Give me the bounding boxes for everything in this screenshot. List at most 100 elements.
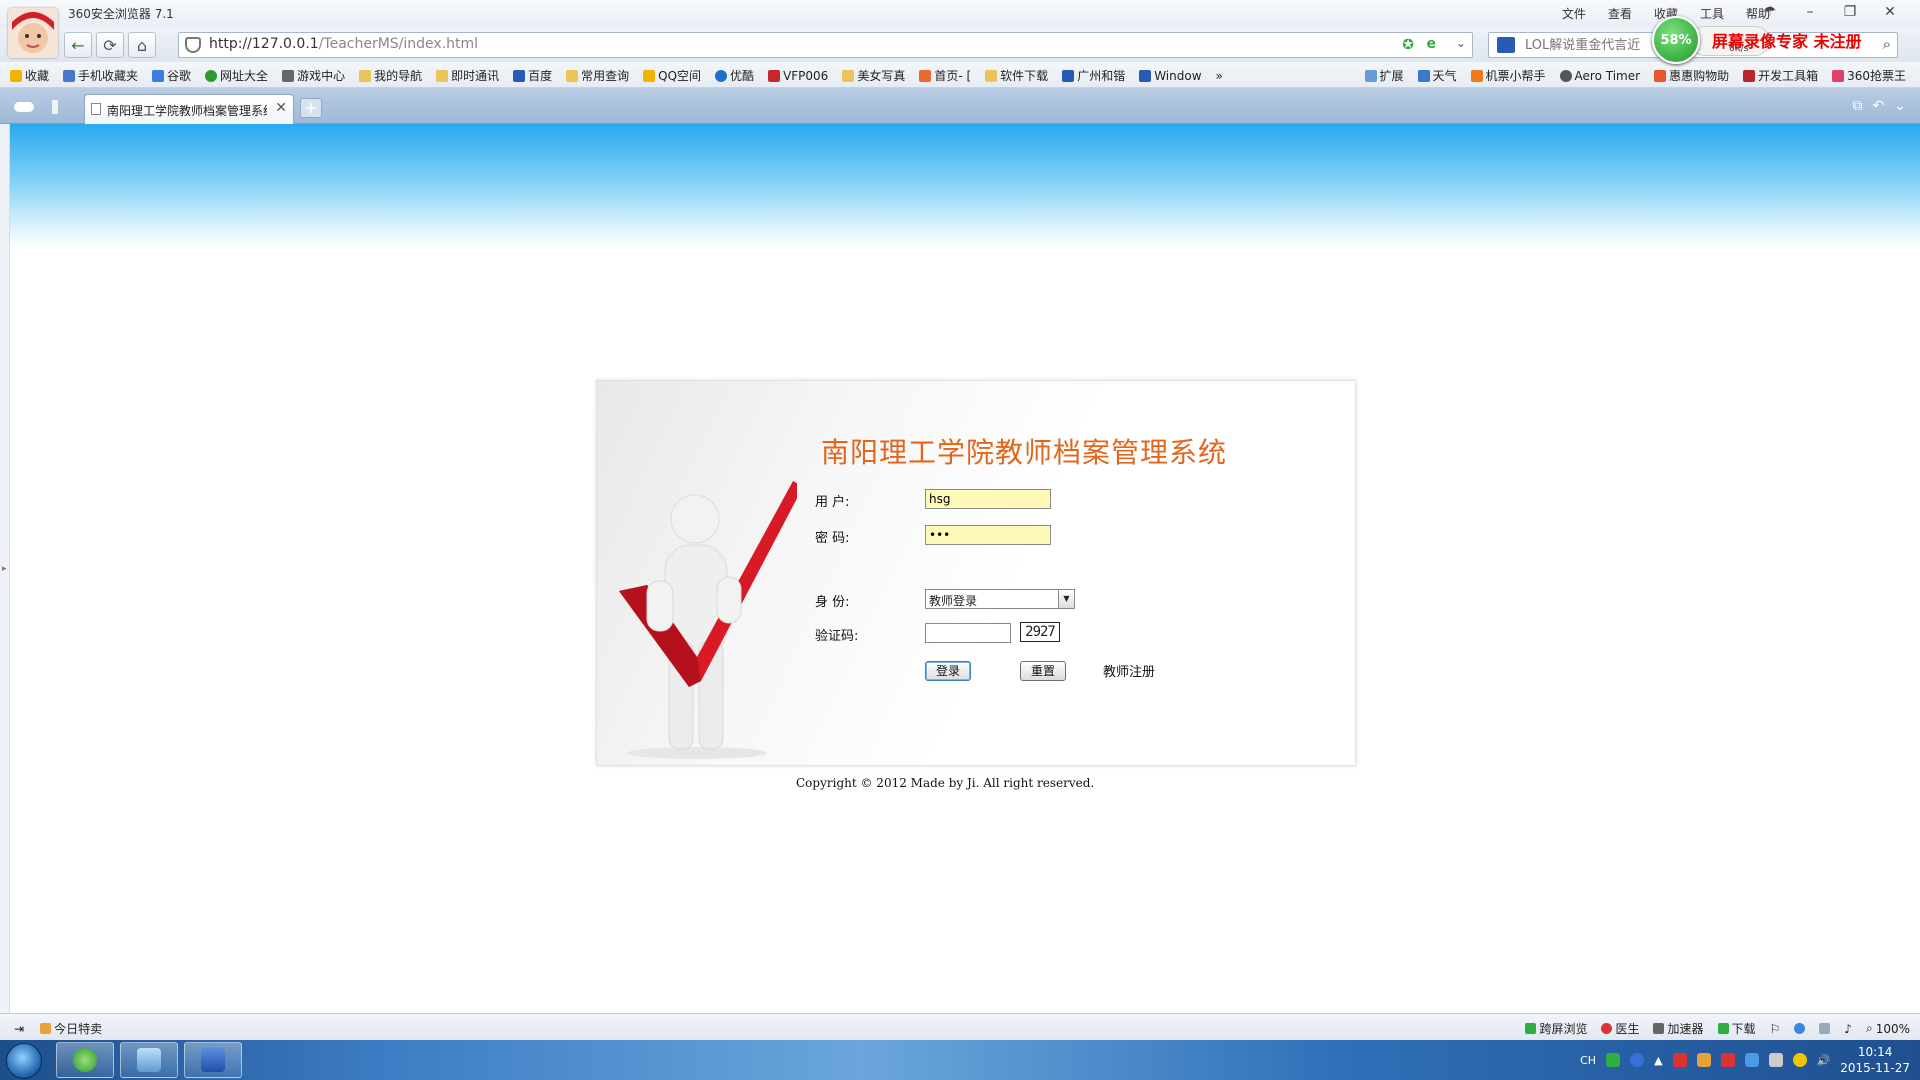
speaker-icon[interactable]: 🔊: [1817, 1054, 1831, 1067]
fav-item[interactable]: 收藏: [10, 67, 49, 84]
new-tab-button[interactable]: +: [300, 98, 322, 118]
shopping-icon: [1654, 69, 1667, 82]
ext-item[interactable]: Aero Timer: [1559, 67, 1640, 84]
word-icon: [201, 1048, 225, 1072]
chevron-down-icon[interactable]: ⌄: [1894, 98, 1906, 114]
fav-item[interactable]: 即时通讯: [436, 67, 499, 84]
accelerator-button[interactable]: 加速器: [1653, 1020, 1704, 1037]
undo-close-icon[interactable]: ↶: [1873, 98, 1885, 114]
ext-item[interactable]: 扩展: [1364, 67, 1404, 84]
menu-view[interactable]: 查看: [1608, 5, 1632, 22]
login-button[interactable]: 登录: [925, 661, 971, 681]
fav-item[interactable]: 广州和锴: [1062, 67, 1125, 84]
dropdown-arrow-icon[interactable]: ▼: [1058, 590, 1074, 608]
skin-icon[interactable]: ☂: [1752, 2, 1788, 22]
sidebar-collapse-strip[interactable]: ▸: [0, 124, 10, 1013]
url-field[interactable]: http://127.0.0.1/TeacherMS/index.html: [209, 36, 1389, 54]
fav-item[interactable]: 软件下载: [985, 67, 1048, 84]
back-button[interactable]: ←: [64, 32, 92, 58]
screen-icon[interactable]: [1819, 1020, 1831, 1037]
fav-item[interactable]: 谷歌: [152, 67, 191, 84]
security-check-icon[interactable]: ✪: [1402, 37, 1414, 53]
fav-item[interactable]: 美女写真: [842, 67, 905, 84]
ext-item[interactable]: 360抢票王: [1832, 67, 1906, 84]
fav-item[interactable]: 手机收藏夹: [63, 67, 138, 84]
tray-app-icon[interactable]: [1720, 1053, 1735, 1067]
fav-item[interactable]: 游戏中心: [282, 67, 345, 84]
clock[interactable]: 10:14 2015-11-27: [1840, 1044, 1910, 1076]
fav-item[interactable]: Window: [1139, 67, 1202, 84]
taskbar-app-explorer[interactable]: [120, 1042, 178, 1078]
window-list-icon[interactable]: ⧉: [1853, 98, 1863, 114]
fav-item[interactable]: VFP006: [768, 67, 828, 84]
fav-item[interactable]: 首页- [: [919, 67, 971, 84]
ie-icon[interactable]: [1794, 1020, 1806, 1037]
folder-icon: [436, 69, 449, 82]
username-input[interactable]: [925, 489, 1051, 509]
search-engine-icon[interactable]: [1497, 37, 1515, 53]
show-hidden-icons[interactable]: ▲: [1654, 1054, 1662, 1067]
ie-mode-icon[interactable]: e: [1427, 36, 1437, 52]
captcha-image[interactable]: 2927: [1020, 622, 1060, 642]
home-icon: ⌂: [136, 35, 148, 55]
language-indicator[interactable]: CH: [1580, 1054, 1596, 1067]
download-button[interactable]: 下载: [1717, 1020, 1756, 1037]
doctor-button[interactable]: 医生: [1601, 1020, 1639, 1037]
refresh-button[interactable]: ⟳: [96, 32, 124, 58]
sidebar-expand-button[interactable]: ⇥: [14, 1020, 24, 1037]
security-icon[interactable]: [1792, 1053, 1807, 1067]
taskbar: CH ▲ 🔊 10:14 2015-11-27: [0, 1040, 1920, 1080]
search-icon[interactable]: ⌕: [1883, 35, 1891, 53]
fav-item[interactable]: 百度: [513, 67, 552, 84]
fav-item[interactable]: 常用查询: [566, 67, 629, 84]
chevron-right-icon[interactable]: ▸: [2, 564, 7, 574]
teacher-register-link[interactable]: 教师注册: [1103, 661, 1155, 680]
ext-item[interactable]: 惠惠购物助: [1654, 67, 1729, 84]
volume-icon[interactable]: ♪: [1844, 1020, 1852, 1037]
daily-deals-button[interactable]: 今日特卖: [40, 1020, 102, 1037]
rocket-icon: [1653, 1023, 1665, 1034]
ext-item[interactable]: 天气: [1417, 67, 1457, 84]
tray-app-icon[interactable]: [1672, 1053, 1687, 1067]
minimize-button[interactable]: –: [1792, 2, 1828, 22]
tray-app-icon[interactable]: [1696, 1053, 1711, 1067]
help-icon[interactable]: [1630, 1053, 1645, 1067]
ext-item[interactable]: 开发工具箱: [1743, 67, 1818, 84]
home-button[interactable]: ⌂: [128, 32, 156, 58]
zoom-control[interactable]: ⌕ 100%: [1866, 1020, 1910, 1037]
browser-icon: [73, 1048, 97, 1072]
fav-item[interactable]: 优酷: [715, 67, 754, 84]
display-icon[interactable]: [1768, 1053, 1783, 1067]
fav-item[interactable]: QQ空间: [643, 67, 701, 84]
network-icon[interactable]: [1744, 1053, 1759, 1067]
taskbar-app-360browser[interactable]: [56, 1042, 114, 1078]
sidebar-toggle-icon[interactable]: [52, 100, 58, 114]
cross-screen-button[interactable]: 跨屏浏览: [1525, 1020, 1587, 1037]
cloud-icon[interactable]: [14, 102, 34, 112]
baidu-icon: [513, 69, 526, 82]
input-method-icon[interactable]: [1606, 1053, 1621, 1067]
avatar[interactable]: [8, 8, 58, 58]
gamepad-icon: [282, 69, 295, 82]
role-select[interactable]: 教师登录 ▼: [925, 589, 1075, 609]
tab-close-icon[interactable]: ✕: [275, 100, 287, 116]
close-button[interactable]: ✕: [1872, 2, 1908, 22]
fav-item[interactable]: 网址大全: [205, 67, 268, 84]
start-button[interactable]: [6, 1043, 42, 1079]
ext-item[interactable]: 机票小帮手: [1470, 67, 1546, 84]
more-favorites-button[interactable]: »: [1216, 67, 1223, 84]
maximize-button[interactable]: ❐: [1832, 2, 1868, 22]
tab-teacher-system[interactable]: 南阳理工学院教师档案管理系统 ✕: [84, 94, 294, 124]
dropdown-arrow-icon[interactable]: ⌄: [1456, 36, 1466, 50]
menu-tools[interactable]: 工具: [1700, 5, 1724, 22]
captcha-input[interactable]: [925, 623, 1011, 643]
taskbar-app-word[interactable]: [184, 1042, 242, 1078]
menu-file[interactable]: 文件: [1562, 5, 1586, 22]
password-input[interactable]: [925, 525, 1051, 545]
tab-bar-tools: ⧉ ↶ ⌄: [1853, 98, 1906, 114]
reset-button[interactable]: 重置: [1020, 661, 1066, 681]
flag-icon[interactable]: ⚐: [1770, 1020, 1781, 1037]
address-bar[interactable]: http://127.0.0.1/TeacherMS/index.html ✪ …: [178, 32, 1473, 58]
fav-item[interactable]: 我的导航: [359, 67, 422, 84]
window-controls: ☂ – ❐ ✕: [1752, 2, 1908, 22]
